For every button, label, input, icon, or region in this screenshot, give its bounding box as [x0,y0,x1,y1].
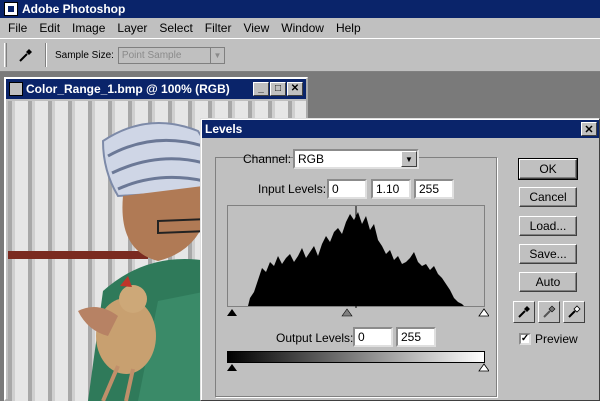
input-slider-track[interactable] [227,307,490,317]
input-black-slider[interactable] [227,309,237,316]
document-window-buttons: _ □ ✕ [253,82,303,96]
eyedropper-icon[interactable] [13,42,39,68]
load-button[interactable]: Load... [519,216,577,236]
preview-checkbox[interactable]: ✓ [519,333,531,345]
sample-size-value: Point Sample [121,49,182,61]
close-icon[interactable]: ✕ [287,82,303,96]
maximize-icon[interactable]: □ [270,82,286,96]
document-title: Color_Range_1.bmp @ 100% (RGB) [26,82,230,96]
cancel-button[interactable]: Cancel [519,187,577,207]
levels-title: Levels [205,122,243,136]
histogram-shape [248,212,464,306]
output-white-slider[interactable] [478,363,490,372]
app-titlebar: Adobe Photoshop [0,0,600,18]
options-bar-grip[interactable] [4,43,7,67]
sample-size-select[interactable]: Point Sample ▼ [117,46,225,64]
save-button[interactable]: Save... [519,244,577,264]
levels-dialog: Levels ✕ Channel: RGB ▼ Input Levels: 0 … [200,118,600,401]
input-white-field[interactable]: 255 [414,179,454,199]
menu-bar: File Edit Image Layer Select Filter View… [0,18,600,38]
photoshop-window: Adobe Photoshop File Edit Image Layer Se… [0,0,600,401]
gray-eyedropper-icon[interactable] [538,301,560,323]
options-separator [45,43,47,67]
menu-filter[interactable]: Filter [199,21,238,35]
black-eyedropper-icon[interactable] [513,301,535,323]
menu-layer[interactable]: Layer [111,21,153,35]
output-levels-label: Output Levels: [276,331,354,345]
document-titlebar[interactable]: Color_Range_1.bmp @ 100% (RGB) _ □ ✕ [6,79,306,99]
histogram [227,205,485,308]
options-bar: Sample Size: Point Sample ▼ [0,38,600,72]
output-white-field[interactable]: 255 [396,327,436,347]
app-title: Adobe Photoshop [22,2,126,16]
input-white-slider[interactable] [478,308,490,317]
channel-value: RGB [298,152,325,166]
chevron-down-icon: ▼ [401,151,417,167]
input-levels-label: Input Levels: [258,182,327,196]
input-black-field[interactable]: 0 [327,179,367,199]
levels-titlebar[interactable]: Levels ✕ [202,120,599,138]
close-icon[interactable]: ✕ [581,122,597,136]
preview-label: Preview [535,332,578,346]
white-eyedropper-icon[interactable] [563,301,585,323]
output-black-field[interactable]: 0 [353,327,393,347]
chevron-down-icon: ▼ [209,47,224,63]
menu-file[interactable]: File [2,21,33,35]
channel-select[interactable]: RGB ▼ [293,149,419,169]
menu-view[interactable]: View [237,21,275,35]
sample-size-label: Sample Size: [55,49,114,61]
output-slider-track[interactable] [227,362,490,372]
menu-image[interactable]: Image [66,21,111,35]
minimize-icon[interactable]: _ [253,82,269,96]
input-gamma-slider[interactable] [341,308,353,317]
menu-window[interactable]: Window [275,21,330,35]
menu-select[interactable]: Select [153,21,198,35]
ok-button[interactable]: OK [518,158,578,180]
channel-label: Channel: [243,152,292,166]
document-icon [9,82,23,96]
menu-edit[interactable]: Edit [33,21,66,35]
photoshop-app-icon [4,2,18,16]
menu-help[interactable]: Help [330,21,367,35]
output-black-slider[interactable] [227,364,237,371]
auto-button[interactable]: Auto [519,272,577,292]
input-gamma-field[interactable]: 1.10 [371,179,411,199]
